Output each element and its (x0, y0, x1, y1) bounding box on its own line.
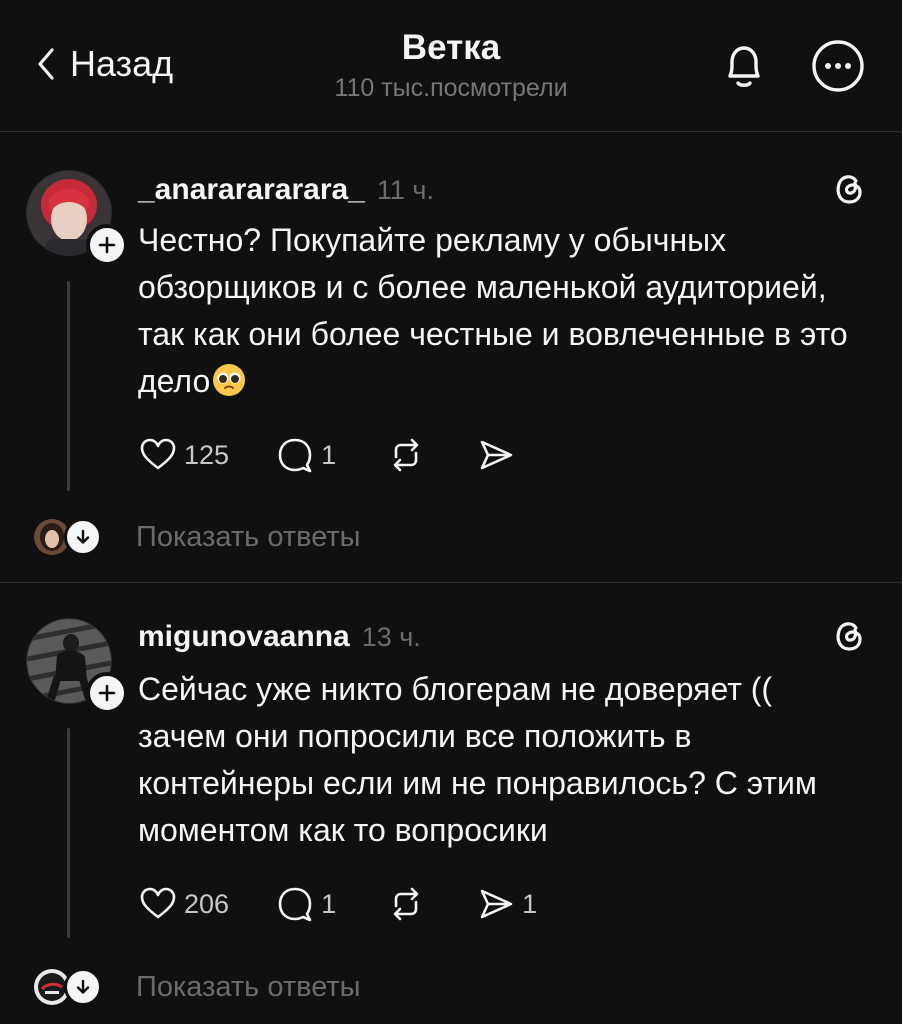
threads-logo-icon[interactable] (828, 614, 870, 656)
pleading-face-emoji (213, 364, 246, 396)
like-count: 125 (184, 439, 230, 470)
avatar-container (26, 618, 128, 714)
comment-icon (278, 438, 312, 473)
repost-icon (393, 887, 419, 921)
post-text: Сейчас уже никто блогерам не доверяет ((… (138, 671, 817, 848)
share-button[interactable] (476, 435, 516, 475)
send-icon (480, 440, 513, 470)
post-meta: migunovaanna 13 ч. (138, 620, 421, 654)
comment-button[interactable]: 1 (275, 435, 336, 475)
plus-icon (98, 236, 116, 254)
arrow-down-icon (76, 979, 90, 994)
post-divider (0, 582, 902, 583)
like-button[interactable]: 125 (138, 435, 229, 475)
comment-button[interactable]: 1 (275, 884, 336, 924)
follow-button[interactable] (86, 224, 128, 266)
expand-badge (64, 518, 102, 556)
comment-count: 1 (321, 888, 337, 919)
repost-icon (393, 438, 419, 472)
top-bar: Назад Ветка 110 тыс.посмотрели (0, 0, 902, 132)
show-replies-label: Показать ответы (136, 970, 361, 1003)
header-divider (0, 131, 902, 132)
show-replies-button[interactable]: Показать ответы (34, 518, 360, 556)
timestamp: 13 ч. (361, 622, 421, 652)
comment-count: 1 (321, 439, 337, 470)
username[interactable]: _anararararara_ (138, 173, 365, 207)
heart-icon (140, 887, 176, 919)
comment-icon (278, 887, 312, 922)
like-count: 206 (184, 888, 230, 919)
plus-icon (98, 684, 116, 702)
repost-button[interactable] (386, 884, 426, 924)
expand-badge (64, 968, 102, 1006)
thread-line (67, 728, 70, 938)
post-actions: 206 1 1 (138, 882, 537, 926)
timestamp: 11 ч. (376, 175, 434, 205)
post-text: Честно? Покупайте рекламу у обычных обзо… (138, 217, 858, 405)
avatar-container (26, 170, 128, 266)
share-button[interactable]: 1 (476, 884, 537, 924)
show-replies-label: Показать ответы (136, 520, 361, 553)
thread-line (67, 281, 70, 491)
bell-icon[interactable] (716, 40, 772, 94)
repost-button[interactable] (386, 435, 426, 475)
threads-logo-icon[interactable] (828, 167, 870, 209)
post-actions: 125 1 (138, 433, 516, 477)
username[interactable]: migunovaanna (138, 620, 350, 654)
arrow-down-icon (76, 529, 90, 544)
share-count: 1 (522, 888, 538, 919)
show-replies-button[interactable]: Показать ответы (34, 968, 360, 1006)
send-icon (480, 889, 513, 919)
post-meta: _anararararara_ 11 ч. (138, 173, 434, 207)
follow-button[interactable] (86, 672, 128, 714)
like-button[interactable]: 206 (138, 884, 229, 924)
more-icon[interactable] (810, 38, 866, 94)
heart-icon (140, 438, 176, 470)
